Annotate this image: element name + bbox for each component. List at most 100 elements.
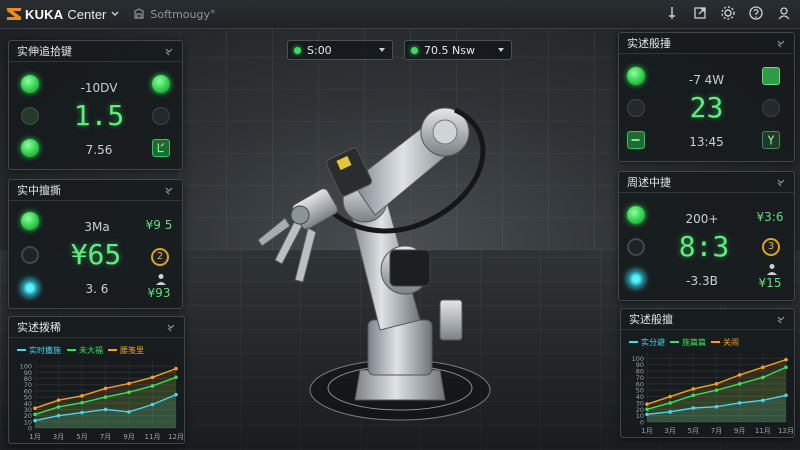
data-point <box>761 375 765 380</box>
left-status-panel-2: 实中擅撕 3Ma ¥65 3. 6 ¥9 5 2 ¥93 <box>8 179 183 309</box>
x-tick-label: 7月 <box>100 433 111 441</box>
data-point <box>668 401 672 405</box>
data-point <box>784 357 788 362</box>
export-icon[interactable] <box>692 5 708 21</box>
breadcrumb[interactable]: Softmougy° <box>132 7 216 21</box>
collapse-icon[interactable] <box>164 185 174 195</box>
gripper-icon <box>157 143 165 153</box>
gripper-icon <box>767 135 775 145</box>
data-point <box>761 365 765 370</box>
chart-title: 实述拨稀 <box>17 321 61 334</box>
collapse-icon[interactable] <box>776 314 786 324</box>
status-indicator-off <box>762 99 780 117</box>
metric-main: 1.5 <box>73 99 125 132</box>
status-dot <box>294 46 301 54</box>
panel-header: 实述般擅 <box>621 309 794 330</box>
legend-label: 实时撒施 <box>29 345 61 355</box>
help-icon[interactable] <box>748 5 764 21</box>
data-point <box>33 406 37 411</box>
data-point <box>80 394 84 398</box>
stop-toggle-button[interactable] <box>627 131 645 149</box>
minus-icon <box>631 139 640 141</box>
data-point <box>668 394 672 399</box>
metric-top: 200+ <box>685 212 719 226</box>
collapse-icon[interactable] <box>776 177 786 187</box>
data-point <box>103 386 108 391</box>
data-point <box>645 407 649 412</box>
data-point <box>33 418 37 423</box>
data-point <box>784 365 788 370</box>
collapse-icon[interactable] <box>164 46 174 56</box>
person-icon <box>767 264 777 275</box>
metric-bottom: 13:45 <box>689 135 724 149</box>
legend-label: 未大福 <box>79 345 103 355</box>
data-point <box>737 373 742 377</box>
right-line-chart: 实分避 施篇篇 关闹01020304050607080901001月 3月 5月 7月 9月… <box>629 337 794 435</box>
metric-main: 8:3 <box>678 230 730 263</box>
status-indicator-off <box>627 238 645 256</box>
settings-icon[interactable] <box>720 5 736 21</box>
user-icon[interactable] <box>776 5 792 21</box>
collapse-icon[interactable] <box>166 322 176 332</box>
metric-side-bottom: ¥15 <box>758 276 782 290</box>
power-dropdown[interactable]: 70.5 Nsw <box>404 40 512 60</box>
data-point <box>737 382 742 386</box>
legend-label: 腰笺里 <box>120 345 144 355</box>
power-dropdown-value: 70.5 Nsw <box>424 43 475 57</box>
top-bar: KUKA Center Softmougy° <box>0 0 800 29</box>
collapse-icon[interactable] <box>776 38 786 48</box>
status-indicator-off <box>627 99 645 117</box>
status-indicator-on <box>21 75 39 93</box>
data-point <box>56 405 61 409</box>
data-point <box>80 410 84 415</box>
brand-name: KUKA <box>25 6 64 22</box>
mode-dropdown[interactable]: S:00 <box>287 40 393 60</box>
x-tick-label: 7月 <box>711 427 722 435</box>
metric-bottom: 3. 6 <box>85 282 109 296</box>
grip-toggle-button[interactable] <box>152 139 170 157</box>
data-point <box>691 406 696 410</box>
x-tick-label: 1月 <box>641 427 652 435</box>
y-tick-label: 100 <box>632 355 644 363</box>
data-point <box>127 381 131 386</box>
chart-title: 实述般擅 <box>629 313 673 326</box>
x-tick-label: 1月 <box>29 433 40 441</box>
left-line-chart: 实时撒施 未大福 腰笺里01020304050607080901001月 3月 5月 7月… <box>17 345 184 441</box>
panel-header: 周述中捷 <box>619 172 794 193</box>
status-indicator-off <box>21 107 39 125</box>
metric-main: 23 <box>689 91 724 124</box>
data-point <box>174 366 178 371</box>
panel-header: 实中擅撕 <box>9 180 182 201</box>
data-point <box>761 398 765 403</box>
right-status-panel-1: 实述般捶 -7 4W 23 13:45 <box>618 32 795 162</box>
project-icon <box>134 8 144 19</box>
data-point <box>150 375 155 380</box>
data-point <box>127 410 131 414</box>
x-tick-label: 12月 <box>168 433 184 441</box>
data-point <box>80 400 84 405</box>
data-point <box>174 392 178 397</box>
left-chart-panel: 实述拨稀 实时撒施 未大福 腰笺里 0 10 20 30 40 50 60 70 80 90 100 1月 3… <box>8 316 185 444</box>
x-tick-label: 5月 <box>688 427 699 435</box>
data-point <box>150 402 155 407</box>
status-indicator-on <box>21 139 39 157</box>
data-point <box>737 401 742 405</box>
pin-icon[interactable] <box>664 5 680 21</box>
status-indicator-on <box>21 212 39 230</box>
robot-arm-model[interactable] <box>240 70 560 450</box>
chevron-down-icon[interactable] <box>110 9 120 19</box>
caret-down-icon <box>379 48 385 52</box>
data-point <box>33 412 37 417</box>
legend-label: 关闹 <box>723 337 739 347</box>
kuka-logo-icon <box>7 8 21 20</box>
x-tick-label: 12月 <box>778 427 794 435</box>
person-icon <box>156 274 166 285</box>
right-status-panel-2: 周述中捷 200+ 8:3 -3.3B ¥3:6 3 ¥15 <box>618 171 795 301</box>
right-chart-panel: 实述般擅 实分避 施篇篇 关闹 0 10 20 30 40 50 60 70 80 90 100 1月 3月 5… <box>620 308 795 438</box>
panel-header: 实述拨稀 <box>9 317 184 338</box>
x-tick-label: 3月 <box>53 433 64 441</box>
gripper-toggle-button[interactable] <box>762 131 780 149</box>
panel-header: 实述般捶 <box>619 33 794 54</box>
data-point <box>56 398 61 402</box>
panel-title: 实中擅撕 <box>17 184 61 197</box>
